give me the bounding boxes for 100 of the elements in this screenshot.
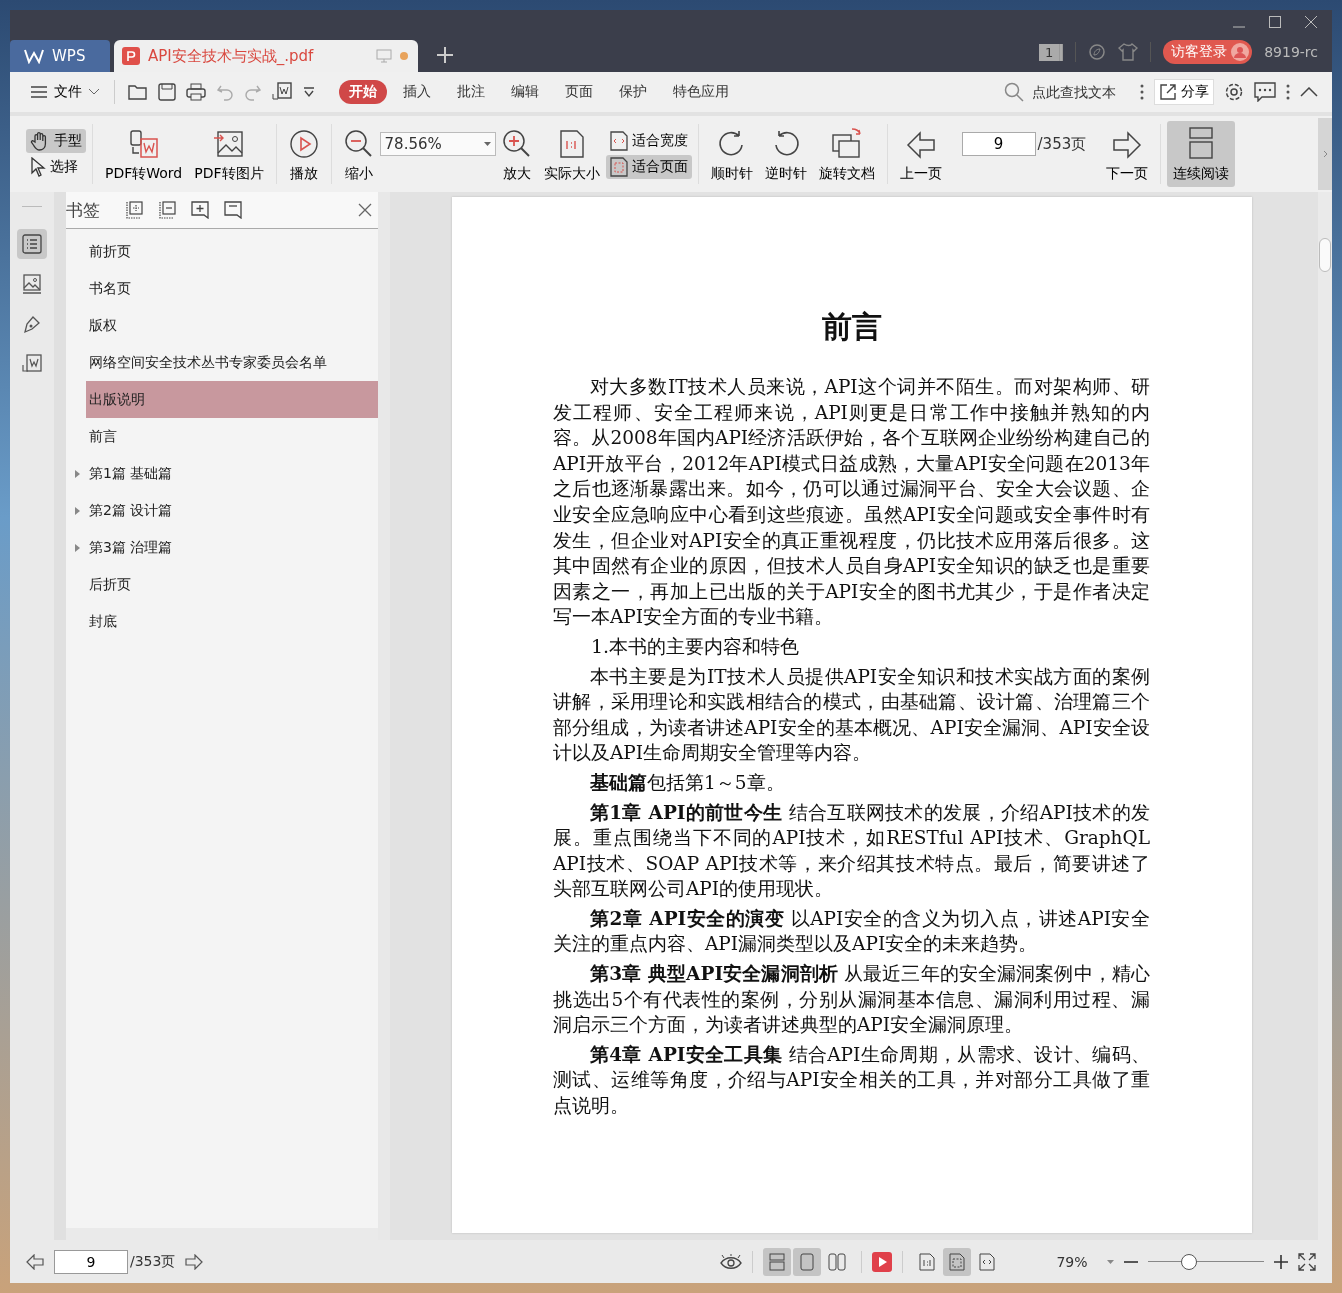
new-tab-icon[interactable] [436,46,454,64]
rotate-counterclockwise-button[interactable]: 逆时针 [758,121,813,187]
vertical-scrollbar[interactable] [1318,192,1332,1240]
export-word-icon[interactable] [272,82,292,102]
zoom-percentage[interactable]: 79% [1047,1253,1097,1270]
arrow-right-icon[interactable] [185,1253,204,1270]
stacked-pages-icon [1187,127,1216,159]
expand-arrow-icon[interactable] [75,543,80,552]
rotate-document-button[interactable]: 旋转文档 [812,121,881,187]
pdf-to-image-button[interactable]: PDF转图片 [188,121,270,187]
eye-icon[interactable] [720,1253,742,1270]
search-icon [1004,82,1024,102]
fit-page-button[interactable]: 适合页面 [605,155,692,179]
play-button[interactable]: 播放 [282,121,325,187]
plus-icon[interactable] [1274,1254,1288,1269]
bookmark-item[interactable]: 封底 [86,603,378,640]
shirt-icon[interactable] [1118,43,1139,61]
unsaved-dot-icon [400,52,408,60]
zoom-dropdown[interactable]: 78.56% [379,132,496,156]
collapse-all-icon[interactable] [158,201,176,219]
ribbon-tab[interactable]: 保护 [609,80,657,104]
ribbon-tab[interactable]: 特色应用 [663,80,739,104]
bookmark-item[interactable]: 前折页 [86,233,378,270]
arrow-left-icon[interactable] [26,1253,44,1270]
bookmark-item[interactable]: 书名页 [86,270,378,307]
expand-all-icon[interactable] [125,201,143,219]
caret-down-icon[interactable] [1107,1259,1114,1264]
bookmark-item[interactable]: 第2篇 设计篇 [86,492,378,529]
single-page-icon[interactable] [793,1247,821,1276]
caret-down-icon [483,142,491,146]
rotate-clockwise-button[interactable]: 顺时针 [704,121,759,187]
play-icon [288,129,319,159]
convert-image-icon [212,129,245,159]
w-logo-icon [24,48,44,64]
document-tab[interactable]: API安全技术与实战_.pdf [114,40,418,72]
leaf-icon[interactable] [1088,43,1107,61]
avatar-icon [1231,43,1250,61]
next-page-button[interactable]: 下一页 [1100,121,1155,187]
play-icon[interactable] [872,1251,892,1272]
expand-arrow-icon[interactable] [75,469,80,478]
fullscreen-icon[interactable] [1298,1252,1316,1271]
fit-width-icon [609,131,628,151]
ribbon-tab[interactable]: 编辑 [501,80,549,104]
file-menu[interactable]: 文件 [24,82,106,102]
comment-icon[interactable] [1254,82,1276,102]
save-icon[interactable] [158,83,176,101]
body-paragraph: 基础篇包括第1～5章。 [589,770,786,795]
fit-page-icon[interactable] [943,1247,971,1276]
expand-arrow-icon[interactable] [75,506,80,515]
bookmark-item[interactable]: 出版说明 [86,381,378,418]
bookmark-item[interactable]: 前言 [86,418,378,455]
folder-icon[interactable] [128,83,148,101]
bookmarks-title: 书签 [66,198,100,222]
body-paragraph: 对大多数IT技术人员来说，API这个词并不陌生。而对架构师、研发工程师、安全工程师来说，API则更是日常工作中接触并熟知的内容。从2008年国内API经济活跃伊始，各个互联网企业纷纷构建自己的API开放平台，2012年API模式日益成熟，大量API安全问题在2013年之后也逐渐暴露出来。如今，仍可以通过漏洞平台、安全大会议题、企业安全应急响应中心看到这些痕迹。虽然API安全问题或安全事件时有发生，但企业对API安全的真正重视程度，仍比技术应用落后很多。这其中固然有企业的原因，但技术人员自身API安全知识的缺乏也是重要因素之一，再加上已出版的关于API安全的图书尤其少，于是作者决定写一本API安全方面的专业书籍。 [553,375,1150,630]
continuous-reading-button[interactable]: 连续阅读 [1167,121,1236,187]
add-bookmark-icon[interactable] [191,201,209,219]
more-vertical-icon[interactable] [1286,84,1290,100]
guest-login-button[interactable]: 访客登录 [1163,40,1253,64]
bookmark-item[interactable]: 第3篇 治理篇 [86,529,378,566]
zoom-in-icon [501,129,532,159]
ribbon-tab[interactable]: 插入 [393,80,441,104]
bookmark-list-icon[interactable] [17,229,47,259]
more-vertical-icon[interactable] [1140,84,1144,100]
fit-width-button[interactable]: 适合宽度 [605,129,692,153]
print-icon[interactable] [186,83,206,101]
page-number-field[interactable]: 9 [54,1249,128,1274]
ribbon-tab[interactable]: 批注 [447,80,495,104]
pdf-to-word-button[interactable]: PDF转Word [99,121,189,187]
close-icon[interactable] [1304,15,1318,29]
actual-size-icon [558,129,585,159]
bookmark-item[interactable]: 版权 [86,307,378,344]
close-icon[interactable] [358,203,372,217]
zoom-in-button[interactable]: 放大 [495,121,538,187]
select-tool-button[interactable]: 选择 [26,155,86,179]
cursor-icon [30,157,46,177]
page-number-field[interactable]: 9 [961,132,1036,156]
page-total: /353页 [130,1252,176,1271]
bookmark-item[interactable]: 网络空间安全技术丛书专家委员会名单 [86,344,378,381]
maximize-icon[interactable] [1268,15,1282,29]
collapse-ribbon-icon[interactable] [1300,87,1318,97]
settings-icon[interactable] [1224,82,1244,102]
bookmark-item[interactable]: 第1篇 基础篇 [86,455,378,492]
ribbon-tab[interactable]: 页面 [555,80,603,104]
slider-thumb[interactable] [1180,1253,1197,1270]
ribbon-tab[interactable]: 开始 [339,80,387,104]
share-button[interactable]: 分享 [1154,79,1214,105]
find-text-field[interactable]: 点此查找文本 [1004,82,1130,102]
section-heading: 1.本书的主要内容和特色 [590,633,801,659]
home-tab[interactable]: WPS [10,40,110,72]
zoom-slider[interactable] [1148,1253,1264,1270]
bookmark-item[interactable]: 后折页 [86,566,378,603]
hand-tool-button[interactable]: 手型 [26,129,86,153]
bookmark-icon[interactable] [224,201,242,219]
continuous-view-icon[interactable] [763,1247,791,1276]
page-total: /353页 [1037,134,1087,154]
more-dropdown-icon[interactable] [302,85,316,99]
previous-page-button[interactable]: 上一页 [893,121,948,187]
window-count-badge[interactable]: 1 [1038,43,1064,61]
actual-size-button[interactable]: 实际大小 [537,121,606,187]
zoom-out-button[interactable]: 缩小 [337,121,380,187]
